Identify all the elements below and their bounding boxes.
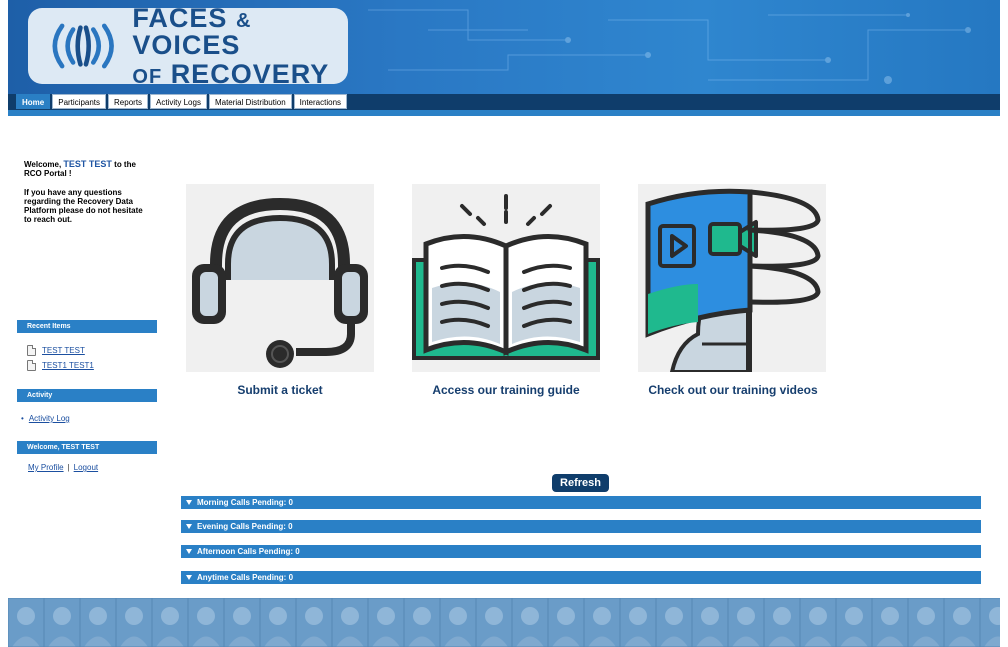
section-label: Anytime Calls Pending: 0 bbox=[197, 573, 294, 582]
video-icon bbox=[645, 188, 821, 372]
activity-item: • Activity Log bbox=[21, 414, 70, 423]
tab-interactions[interactable]: Interactions bbox=[293, 94, 348, 109]
logo-word-faces: FACES bbox=[132, 2, 228, 33]
logo-word-of: OF bbox=[132, 65, 163, 88]
training-videos-card[interactable] bbox=[638, 184, 826, 372]
document-icon bbox=[27, 345, 36, 356]
expand-triangle-icon bbox=[186, 524, 192, 529]
logo-word-voices: VOICES bbox=[132, 29, 241, 60]
brand-logo[interactable]: FACES & VOICES OF RECOVERY bbox=[28, 4, 348, 87]
section-label: Afternoon Calls Pending: 0 bbox=[197, 547, 300, 556]
book-icon bbox=[412, 194, 600, 360]
evening-calls-section[interactable]: Evening Calls Pending: 0 bbox=[181, 520, 981, 533]
profile-links: My Profile | Logout bbox=[28, 463, 98, 472]
header-banner: FACES & VOICES OF RECOVERY bbox=[8, 0, 1000, 94]
afternoon-calls-section[interactable]: Afternoon Calls Pending: 0 bbox=[181, 545, 981, 558]
headset-icon bbox=[192, 197, 368, 368]
my-profile-link[interactable]: My Profile bbox=[28, 463, 64, 472]
submit-ticket-card[interactable] bbox=[186, 184, 374, 372]
page: FACES & VOICES OF RECOVERY Home Particip… bbox=[0, 0, 1008, 647]
refresh-button[interactable]: Refresh bbox=[552, 474, 609, 492]
logo-ampersand: & bbox=[235, 9, 252, 32]
welcome-prefix: Welcome, bbox=[24, 160, 64, 169]
recent-item[interactable]: TEST TEST bbox=[27, 345, 85, 356]
tab-home[interactable]: Home bbox=[16, 94, 51, 109]
section-label: Evening Calls Pending: 0 bbox=[197, 522, 293, 531]
nav-bar-underline bbox=[8, 110, 1000, 116]
training-guide-link[interactable]: Access our training guide bbox=[404, 383, 608, 397]
section-label: Morning Calls Pending: 0 bbox=[197, 498, 294, 507]
training-guide-card[interactable] bbox=[412, 184, 600, 372]
recent-items-header: Recent Items bbox=[17, 320, 157, 333]
tab-reports[interactable]: Reports bbox=[108, 94, 149, 109]
anytime-calls-section[interactable]: Anytime Calls Pending: 0 bbox=[181, 571, 981, 584]
activity-log-link[interactable]: Activity Log bbox=[29, 414, 70, 423]
help-text: If you have any questions regarding the … bbox=[24, 188, 143, 224]
tab-material-distribution[interactable]: Material Distribution bbox=[208, 94, 292, 109]
morning-calls-section[interactable]: Morning Calls Pending: 0 bbox=[181, 496, 981, 509]
link-separator: | bbox=[67, 463, 70, 472]
training-videos-link[interactable]: Check out our training videos bbox=[628, 383, 838, 397]
logo-mark-icon bbox=[52, 23, 114, 69]
logo-word-recovery: RECOVERY bbox=[170, 58, 330, 89]
logout-link[interactable]: Logout bbox=[74, 463, 98, 472]
nav-tabs: Home Participants Reports Activity Logs … bbox=[16, 94, 348, 109]
faces-collage-image bbox=[8, 598, 1000, 647]
recent-item-link[interactable]: TEST TEST bbox=[42, 346, 85, 355]
activity-header: Activity bbox=[17, 389, 157, 402]
recent-item[interactable]: TEST1 TEST1 bbox=[27, 360, 94, 371]
tab-activity-logs[interactable]: Activity Logs bbox=[150, 94, 207, 109]
document-icon bbox=[27, 360, 36, 371]
footer-banner bbox=[8, 598, 1000, 647]
tab-participants[interactable]: Participants bbox=[52, 94, 107, 109]
user-welcome-header: Welcome, TEST TEST bbox=[17, 441, 157, 454]
logo-text: FACES & VOICES OF RECOVERY bbox=[132, 2, 348, 89]
welcome-user-name: TEST TEST bbox=[63, 159, 112, 169]
expand-triangle-icon bbox=[186, 500, 192, 505]
welcome-message: Welcome, TEST TEST to the RCO Portal ! bbox=[24, 159, 144, 179]
submit-ticket-link[interactable]: Submit a ticket bbox=[186, 383, 374, 397]
expand-triangle-icon bbox=[186, 549, 192, 554]
bullet-icon: • bbox=[21, 414, 24, 423]
expand-triangle-icon bbox=[186, 575, 192, 580]
recent-item-link[interactable]: TEST1 TEST1 bbox=[42, 361, 94, 370]
